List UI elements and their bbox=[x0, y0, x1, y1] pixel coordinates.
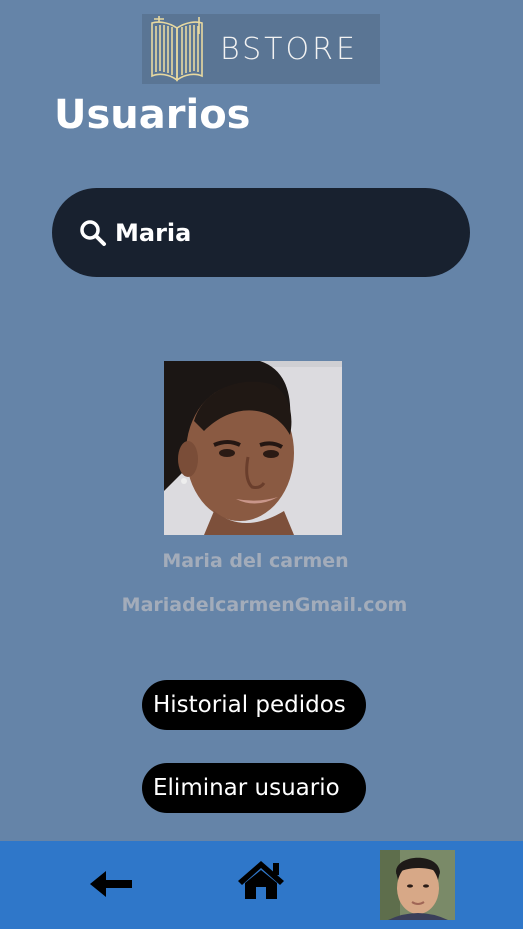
search-bar[interactable] bbox=[52, 188, 470, 277]
order-history-button[interactable]: Historial pedidos bbox=[142, 680, 366, 730]
search-input[interactable] bbox=[115, 218, 435, 247]
user-email: MariadelcarmenGmail.com bbox=[121, 594, 408, 616]
brand-logo: BSTORE bbox=[142, 14, 380, 84]
delete-user-button[interactable]: Eliminar usuario bbox=[142, 763, 366, 813]
open-book-icon bbox=[151, 16, 203, 82]
search-icon[interactable] bbox=[79, 219, 107, 247]
home-icon[interactable] bbox=[236, 859, 286, 901]
page-title: Usuarios bbox=[54, 92, 251, 138]
profile-avatar[interactable] bbox=[380, 850, 455, 920]
user-name: Maria del carmen bbox=[162, 550, 349, 572]
bottom-nav bbox=[0, 841, 523, 929]
arrow-left-icon[interactable] bbox=[90, 871, 132, 897]
user-photo bbox=[164, 361, 342, 535]
brand-name: BSTORE bbox=[220, 31, 358, 67]
